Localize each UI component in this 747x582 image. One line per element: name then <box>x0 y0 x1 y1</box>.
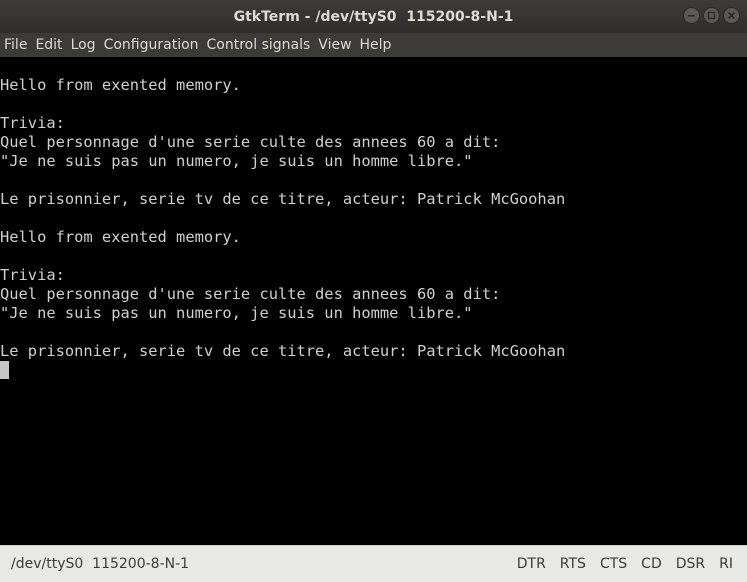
terminal-cursor-line <box>0 361 747 380</box>
menu-view[interactable]: View <box>314 33 355 57</box>
maximize-icon <box>707 11 716 20</box>
terminal-line: Trivia: <box>0 114 65 132</box>
signal-dsr: DSR <box>675 556 706 572</box>
terminal-line: Le prisonnier, serie tv de ce titre, act… <box>0 342 566 360</box>
menu-control-signals[interactable]: Control signals <box>203 33 315 57</box>
title-bar[interactable]: GtkTerm - /dev/ttyS0 115200-8-N-1 <box>0 0 747 33</box>
signal-cd: CD <box>641 556 662 572</box>
menu-file[interactable]: File <box>0 33 31 57</box>
signal-ri: RI <box>719 556 733 572</box>
minimize-icon <box>688 15 695 17</box>
terminal-cursor <box>0 361 9 379</box>
terminal-line: "Je ne suis pas un numero, je suis un ho… <box>0 304 473 322</box>
menu-log[interactable]: Log <box>67 33 100 57</box>
terminal-line: Le prisonnier, serie tv de ce titre, act… <box>0 190 566 208</box>
terminal-output[interactable]: Hello from exented memory. Trivia: Quel … <box>0 57 747 545</box>
window-controls <box>683 7 740 24</box>
menu-bar: File Edit Log Configuration Control sign… <box>0 33 747 57</box>
menu-help[interactable]: Help <box>356 33 396 57</box>
menu-configuration[interactable]: Configuration <box>100 33 203 57</box>
window-title: GtkTerm - /dev/ttyS0 115200-8-N-1 <box>233 9 514 25</box>
terminal-line: Hello from exented memory. <box>0 228 241 246</box>
terminal-line: "Je ne suis pas un numero, je suis un ho… <box>0 152 473 170</box>
terminal-line: Trivia: <box>0 266 65 284</box>
signal-dtr: DTR <box>516 556 546 572</box>
signal-cts: CTS <box>599 556 628 572</box>
terminal-line: Hello from exented memory. <box>0 76 241 94</box>
terminal-line: Quel personnage d'une serie culte des an… <box>0 133 501 151</box>
control-signals-indicators: DTR RTS CTS CD DSR RI <box>503 556 733 572</box>
terminal-line: Quel personnage d'une serie culte des an… <box>0 285 501 303</box>
gtkterm-window: GtkTerm - /dev/ttyS0 115200-8-N-1 File E… <box>0 0 747 582</box>
status-bar: /dev/ttyS0 115200-8-N-1 DTR RTS CTS CD D… <box>0 545 747 582</box>
status-port-settings: /dev/ttyS0 115200-8-N-1 <box>11 556 190 572</box>
close-icon <box>727 11 736 20</box>
signal-rts: RTS <box>559 556 586 572</box>
minimize-button[interactable] <box>683 7 700 24</box>
maximize-button[interactable] <box>703 7 720 24</box>
close-button[interactable] <box>723 7 740 24</box>
menu-edit[interactable]: Edit <box>31 33 66 57</box>
